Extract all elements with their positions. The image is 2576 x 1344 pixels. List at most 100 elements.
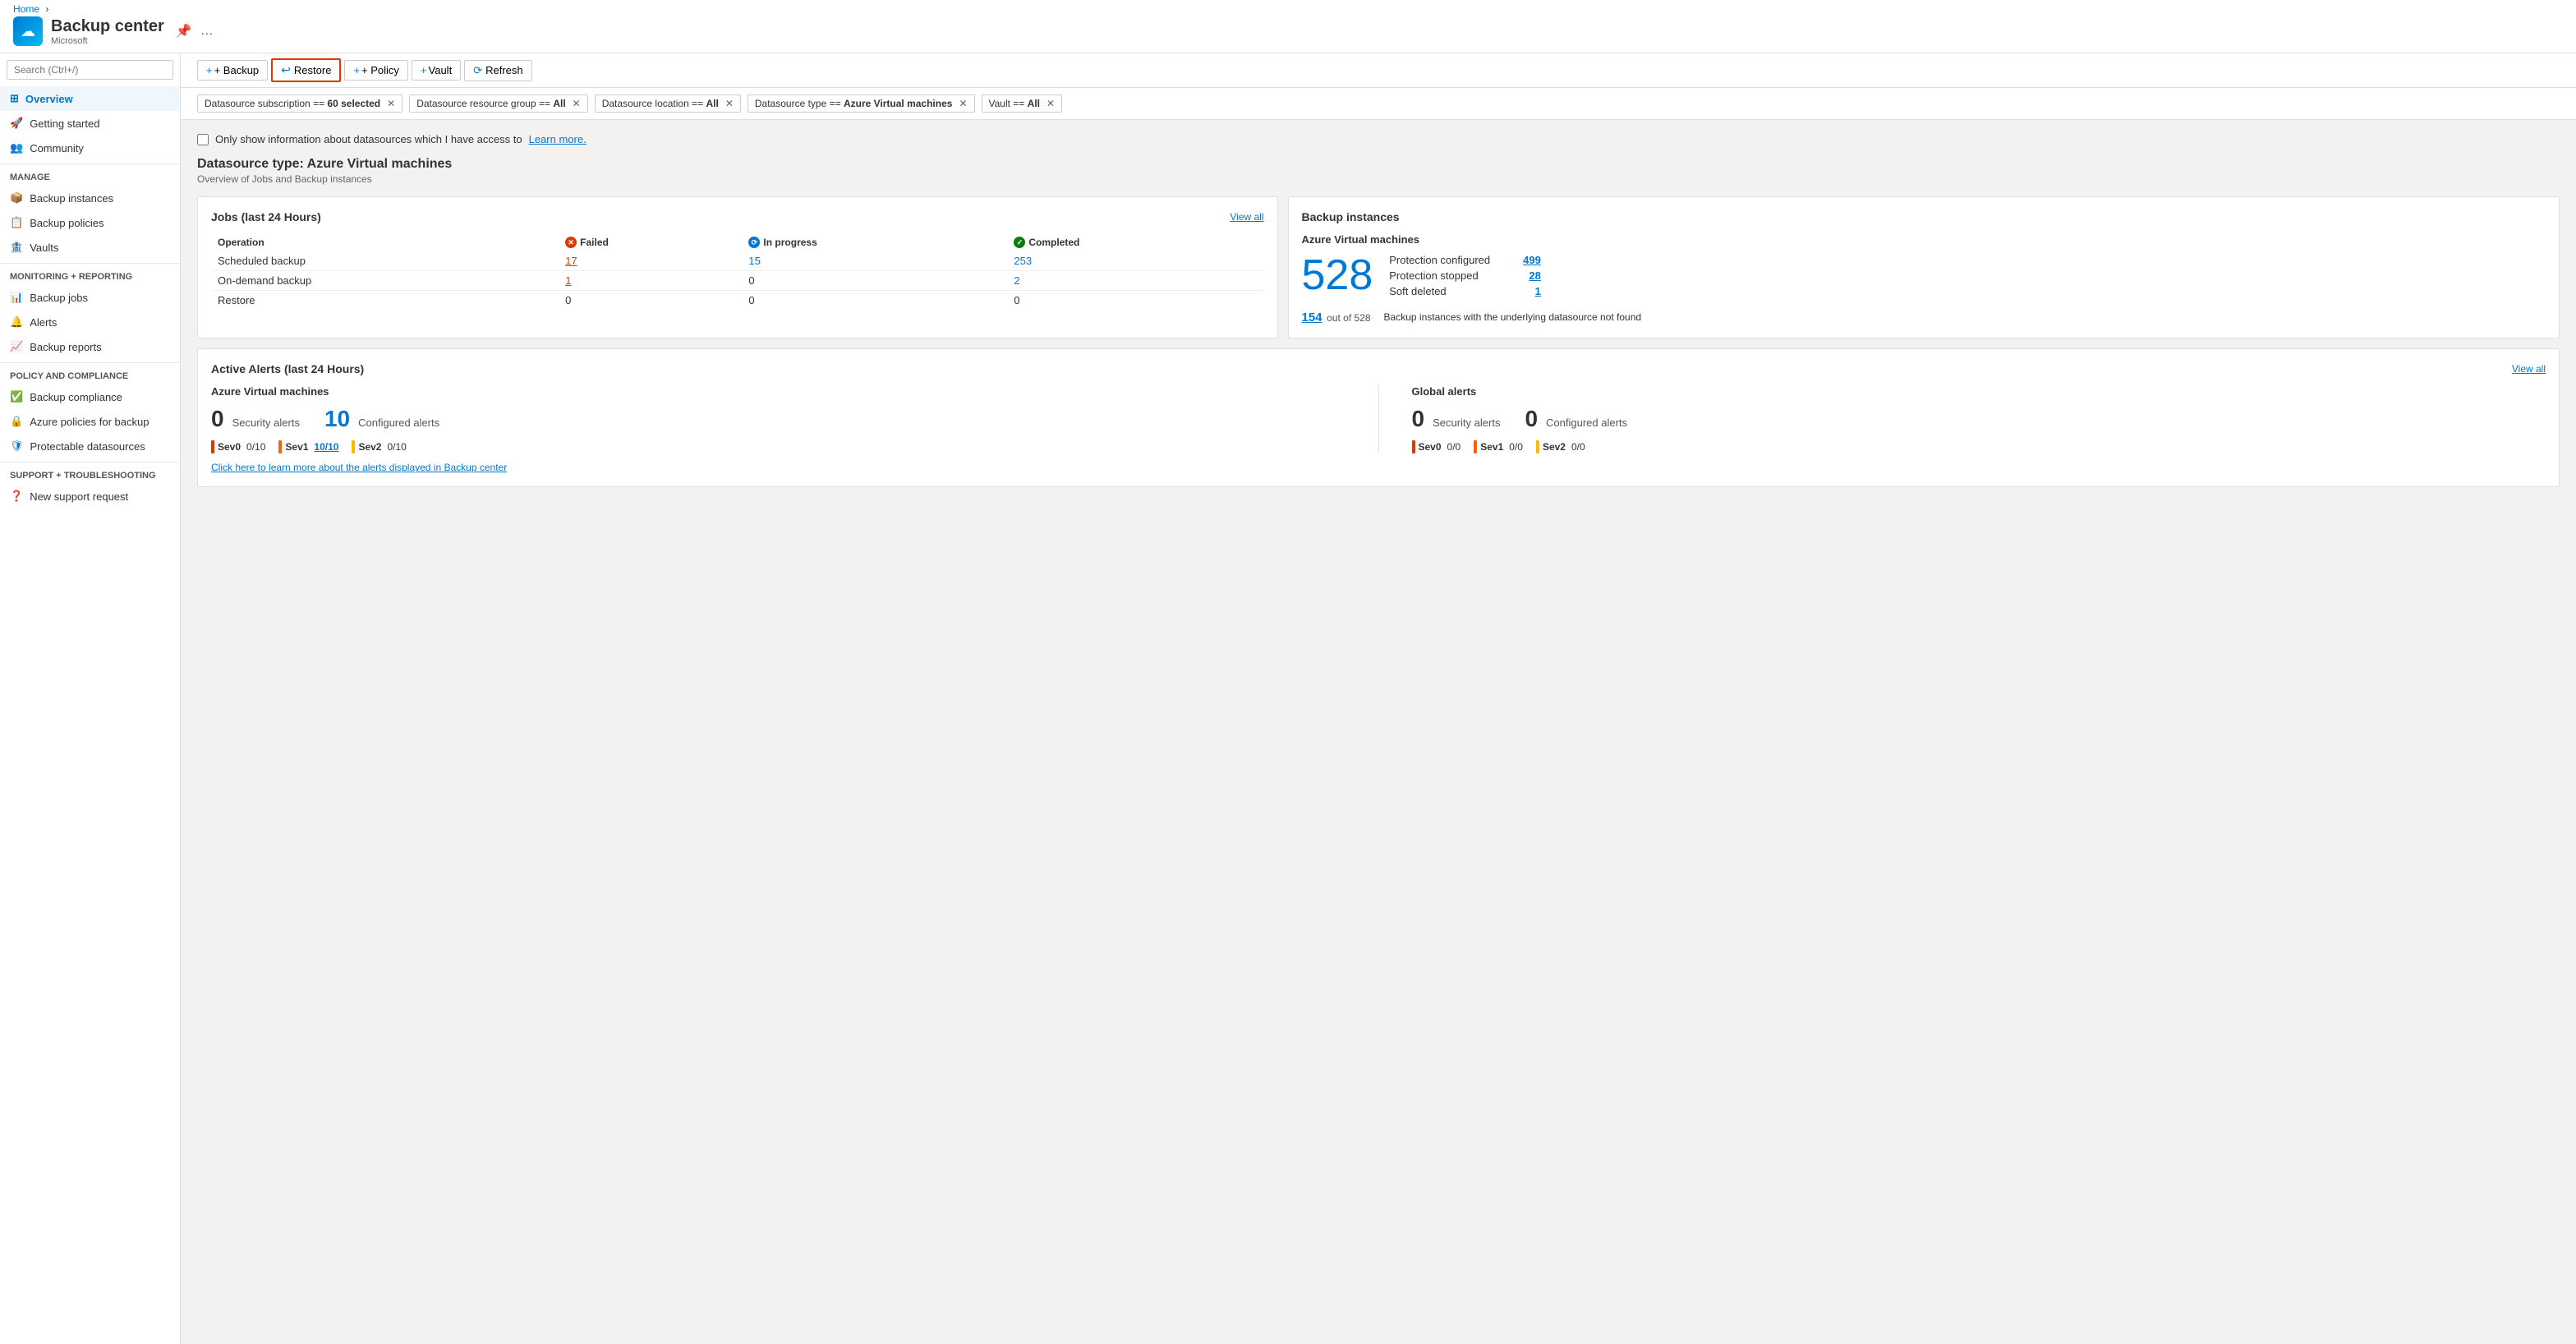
bi-total-number[interactable]: 528 [1302, 254, 1373, 297]
filter-datasource-subscription[interactable]: Datasource subscription == 60 selected ✕ [197, 94, 402, 113]
pin-button[interactable]: 📌 [176, 23, 192, 39]
access-checkbox[interactable] [197, 134, 209, 145]
backup-button[interactable]: + + Backup [197, 60, 268, 81]
jobs-view-all-link[interactable]: View all [1230, 211, 1263, 223]
learn-more-link[interactable]: Learn more. [529, 133, 586, 145]
scheduled-completed-link[interactable]: 253 [1014, 255, 1032, 267]
refresh-button[interactable]: ⟳ Refresh [464, 60, 531, 81]
search-input[interactable] [7, 60, 173, 80]
azure-configured-alerts: 10 Configured alerts [324, 406, 439, 432]
filter-datasource-location[interactable]: Datasource location == All ✕ [595, 94, 741, 113]
sidebar-item-vaults[interactable]: 🏦 Vaults [0, 235, 180, 260]
alerts-view-all-link[interactable]: View all [2512, 363, 2546, 375]
filter-bar: Datasource subscription == 60 selected ✕… [181, 88, 2576, 120]
sev0-value-azure: 0/10 [246, 441, 265, 453]
alerts-icon: 🔔 [10, 315, 23, 329]
sev0-dot-global [1412, 440, 1415, 453]
filter-close-location[interactable]: ✕ [725, 98, 734, 109]
backup-policies-icon: 📋 [10, 216, 23, 229]
sidebar-item-backup-policies[interactable]: 📋 Backup policies [0, 210, 180, 235]
sev1-dot-global [1474, 440, 1477, 453]
filter-close-type[interactable]: ✕ [959, 98, 967, 109]
breadcrumb-separator: › [45, 3, 48, 15]
alerts-footer-link[interactable]: Click here to learn more about the alert… [211, 462, 2546, 473]
scheduled-failed-link[interactable]: 17 [565, 255, 577, 267]
global-security-alerts: 0 Security alerts [1412, 406, 1501, 432]
table-row: Scheduled backup 17 15 253 [211, 251, 1264, 271]
global-configured-alerts: 0 Configured alerts [1525, 406, 1627, 432]
sidebar-item-overview[interactable]: ⊞ Overview [0, 86, 180, 111]
bi-protection-configured-value[interactable]: 499 [1523, 254, 1541, 266]
support-icon: ❓ [10, 490, 23, 503]
sev1-label-global: Sev1 [1480, 441, 1503, 453]
getting-started-icon: 🚀 [10, 117, 23, 130]
sev0-label-global: Sev0 [1419, 441, 1442, 453]
backup-jobs-icon: 📊 [10, 291, 23, 304]
bi-soft-deleted-value[interactable]: 1 [1535, 285, 1541, 297]
sidebar-item-azure-policies[interactable]: 🔒 Azure policies for backup [0, 409, 180, 434]
global-sev0: Sev0 0/0 [1412, 440, 1461, 453]
alerts-divider [1378, 385, 1379, 453]
sidebar-item-backup-compliance[interactable]: ✅ Backup compliance [0, 384, 180, 409]
access-checkbox-row: Only show information about datasources … [197, 133, 2560, 145]
filter-close-subscription[interactable]: ✕ [387, 98, 395, 109]
global-sev-row: Sev0 0/0 Sev1 0/0 Sev2 0/0 [1412, 440, 2546, 453]
sev1-value-azure[interactable]: 10/10 [314, 441, 338, 453]
bi-protection-stopped-value[interactable]: 28 [1529, 269, 1540, 282]
sev1-value-global: 0/0 [1509, 441, 1523, 453]
restore-button[interactable]: ↩ Restore [271, 58, 341, 82]
plus-icon: + [206, 64, 213, 76]
monitoring-section-label: Monitoring + reporting [0, 263, 180, 285]
more-button[interactable]: … [200, 24, 214, 39]
breadcrumb-home[interactable]: Home [13, 3, 39, 15]
sidebar-item-alerts[interactable]: 🔔 Alerts [0, 310, 180, 334]
datasource-title: Datasource type: Azure Virtual machines [197, 157, 2560, 172]
azure-alerts-section: Azure Virtual machines 0 Security alerts… [211, 385, 1346, 453]
sidebar-item-protectable-datasources[interactable]: 🛡 Protectable datasources [0, 434, 180, 458]
ondemand-failed-link[interactable]: 1 [565, 274, 571, 287]
access-checkbox-label: Only show information about datasources … [215, 133, 522, 145]
vault-button[interactable]: + Vault [412, 60, 461, 81]
sidebar-item-community[interactable]: 👥 Community [0, 136, 180, 160]
ondemand-inprogress: 0 [742, 271, 1007, 291]
filter-datasource-type[interactable]: Datasource type == Azure Virtual machine… [748, 94, 975, 113]
restore-icon: ↩ [281, 63, 291, 77]
op-restore: Restore [211, 291, 559, 311]
filter-close-vault[interactable]: ✕ [1046, 98, 1055, 109]
jobs-table: Operation ✕ Failed ⟳ [211, 233, 1264, 310]
app-subtitle: Microsoft [51, 36, 164, 46]
bi-footer-num[interactable]: 154 [1302, 311, 1322, 324]
alerts-card-title: Active Alerts (last 24 Hours) [211, 362, 364, 375]
col-completed: ✓ Completed [1007, 233, 1263, 251]
restore-failed: 0 [559, 291, 742, 311]
support-section-label: Support + troubleshooting [0, 462, 180, 484]
policy-section-label: Policy and compliance [0, 362, 180, 384]
sidebar-item-backup-jobs[interactable]: 📊 Backup jobs [0, 285, 180, 310]
main-content: + + Backup ↩ Restore + + Policy + Vault … [181, 53, 2576, 1344]
sidebar-item-new-support[interactable]: ❓ New support request [0, 484, 180, 509]
vaults-icon: 🏦 [10, 241, 23, 254]
protectable-icon: 🛡 [10, 440, 24, 453]
sidebar-item-backup-reports[interactable]: 📈 Backup reports [0, 334, 180, 359]
filter-close-rg[interactable]: ✕ [573, 98, 581, 109]
sidebar-item-backup-instances[interactable]: 📦 Backup instances [0, 186, 180, 210]
bi-footer-of: out of 528 [1327, 312, 1370, 324]
policy-button[interactable]: + + Policy [344, 60, 407, 81]
sev0-dot-azure [211, 440, 214, 453]
sidebar-item-getting-started[interactable]: 🚀 Getting started [0, 111, 180, 136]
filter-datasource-resource-group[interactable]: Datasource resource group == All ✕ [409, 94, 588, 113]
restore-completed: 0 [1007, 291, 1263, 311]
backup-reports-icon: 📈 [10, 340, 23, 353]
sev2-value-azure: 0/10 [387, 441, 406, 453]
filter-vault[interactable]: Vault == All ✕ [982, 94, 1063, 113]
app-title: Backup center [51, 16, 164, 36]
completed-icon: ✓ [1014, 237, 1025, 248]
azure-policies-icon: 🔒 [10, 415, 23, 428]
overview-icon: ⊞ [10, 92, 19, 105]
azure-sev1: Sev1 10/10 [278, 440, 338, 453]
sev1-dot-azure [278, 440, 282, 453]
ondemand-completed-link[interactable]: 2 [1014, 274, 1019, 287]
scheduled-inprogress-link[interactable]: 15 [748, 255, 760, 267]
sev2-value-global: 0/0 [1571, 441, 1585, 453]
alerts-card: Active Alerts (last 24 Hours) View all A… [197, 348, 2560, 487]
